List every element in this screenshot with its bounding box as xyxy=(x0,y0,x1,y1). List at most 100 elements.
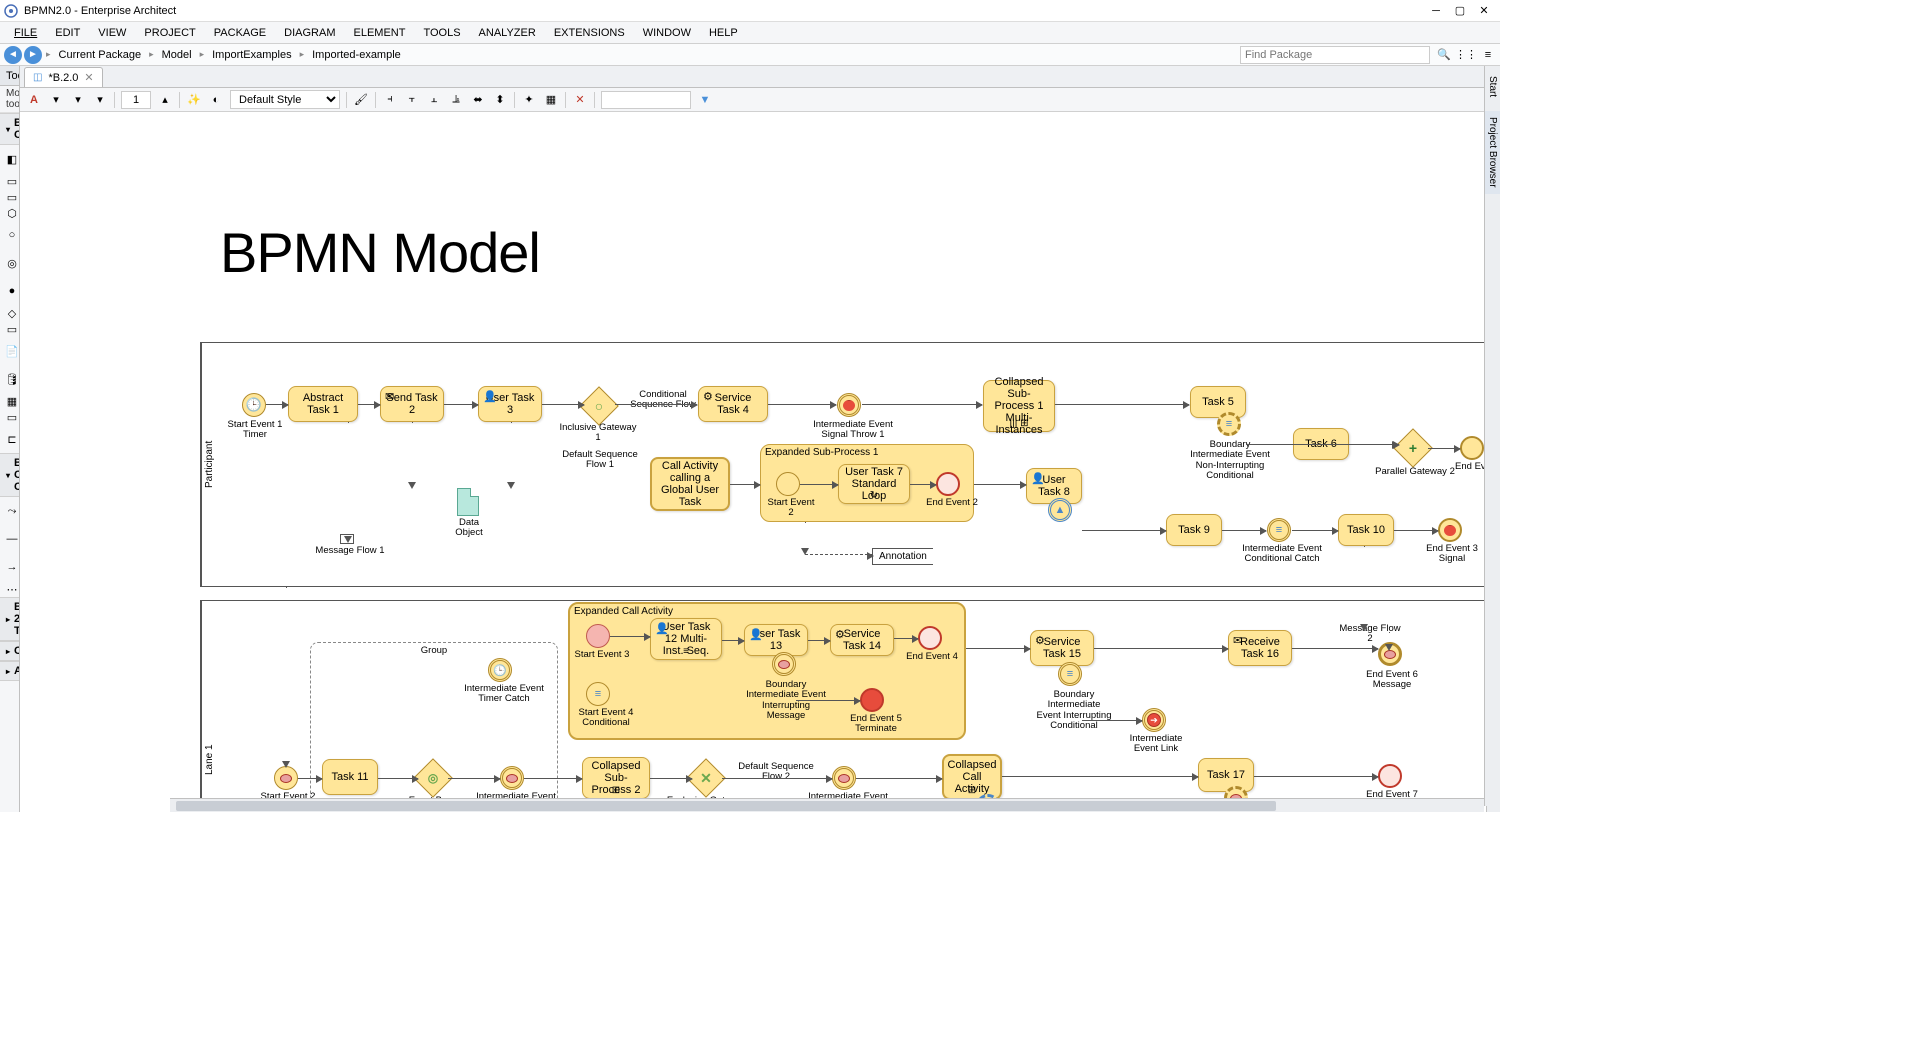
toolbox-item[interactable]: ●End Event xyxy=(0,277,20,305)
toolbox-item[interactable]: ⬡Conversation xyxy=(0,205,20,221)
toolbox-item[interactable]: ◎Intermediate Event xyxy=(0,249,20,277)
end-event2[interactable] xyxy=(936,472,960,496)
task-abstract[interactable]: Abstract Task 1 xyxy=(288,386,358,422)
align-left-icon[interactable]: ⫞ xyxy=(382,92,398,108)
filter-input[interactable] xyxy=(601,91,691,109)
end-event3-signal[interactable] xyxy=(1438,518,1462,542)
task-user13[interactable]: 👤User Task 13 xyxy=(744,624,808,656)
theme-icon[interactable]: ◐ xyxy=(208,92,224,108)
toolbox-section-header[interactable]: ▸BPMN 2.0 - Types xyxy=(0,597,19,641)
align-center-icon[interactable]: ⫟ xyxy=(404,92,420,108)
diagram-tab[interactable]: ◫ *B.2.0 ✕ xyxy=(24,67,103,87)
toolbox-item[interactable]: ▭Lane xyxy=(0,189,20,205)
menu-diagram[interactable]: DIAGRAM xyxy=(276,24,343,42)
task-service15[interactable]: ⚙Service Task 15 xyxy=(1030,630,1094,666)
right-tab-project-browser[interactable]: Project Browser xyxy=(1485,111,1500,194)
toolbox-item[interactable]: 🛢Data Store xyxy=(0,365,20,393)
end-event1[interactable] xyxy=(1460,436,1484,460)
group-box[interactable] xyxy=(310,642,558,812)
start-event-timer[interactable]: 🕒 xyxy=(242,393,266,417)
toolbox-item[interactable]: ◇Gateway xyxy=(0,305,20,321)
align-middle-icon[interactable]: ⫡ xyxy=(448,92,464,108)
toolbox-section-header[interactable]: ▾BPMN 2.0 - Collaboration xyxy=(0,113,19,145)
search-icon[interactable]: 🔍 xyxy=(1436,47,1452,63)
task-user3[interactable]: 👤User Task 3 xyxy=(478,386,542,422)
collapsed-subprocess1[interactable]: Collapsed Sub-Process 1 Multi-Instances|… xyxy=(983,380,1055,432)
compass-icon[interactable]: ✦ xyxy=(521,92,537,108)
toolbox-item[interactable]: ⤳Message Flow xyxy=(0,497,20,525)
zoom-up-icon[interactable]: ▴ xyxy=(157,92,173,108)
line-color-icon[interactable]: ▾ xyxy=(70,92,86,108)
intermediate-conditional-catch[interactable]: ≡ xyxy=(1267,518,1291,542)
task-user12[interactable]: 👤User Task 12 Multi-Inst. Seq.≡ xyxy=(650,618,722,660)
breadcrumb-item[interactable]: ImportExamples xyxy=(208,49,295,61)
toolbox-item[interactable]: ▭Pool xyxy=(0,173,20,189)
task17[interactable]: Task 17 xyxy=(1198,758,1254,792)
toolbox-item[interactable]: ⋯Association xyxy=(0,581,20,597)
collapsed-call-activity[interactable]: Collapsed Call Activity⊞ xyxy=(942,754,1002,800)
boundary-interrupt-conditional[interactable]: ≡ xyxy=(1058,662,1082,686)
right-tab-start[interactable]: Start xyxy=(1485,70,1500,103)
toolbox-item[interactable]: ▦Choreography xyxy=(0,393,20,409)
breadcrumb-item[interactable]: Current Package xyxy=(55,49,146,61)
list-icon[interactable]: ≡ xyxy=(1480,47,1496,63)
toolbox-item[interactable]: →Sequence Flow xyxy=(0,553,20,581)
menu-tools[interactable]: TOOLS xyxy=(415,24,468,42)
intermediate-signal-throw[interactable] xyxy=(837,393,861,417)
receive-task16[interactable]: ✉Receive Task 16 xyxy=(1228,630,1292,666)
same-height-icon[interactable]: ⬍ xyxy=(492,92,508,108)
text-color-icon[interactable]: ▾ xyxy=(92,92,108,108)
call-activity-global[interactable]: Call Activity calling a Global User Task xyxy=(650,457,730,511)
menu-help[interactable]: HELP xyxy=(701,24,746,42)
filter-icon[interactable]: ▼ xyxy=(697,92,713,108)
toolbox-section-header[interactable]: ▾BPMN 2.0 - Collaboration Conn xyxy=(0,453,19,497)
menu-element[interactable]: ELEMENT xyxy=(345,24,413,42)
toolbox-section-header[interactable]: ▸Artifacts xyxy=(0,661,19,681)
brush-icon[interactable]: 🖌 xyxy=(353,92,369,108)
task-service14[interactable]: ⚙Service Task 14 xyxy=(830,624,894,656)
toolbox-item[interactable]: ▭Group xyxy=(0,409,20,425)
toolbox-item[interactable]: ⊏Text Annotation xyxy=(0,425,20,453)
delete-icon[interactable]: ✕ xyxy=(572,92,588,108)
toolbox-item[interactable]: ◧Collaboration Model xyxy=(0,145,20,173)
start-event2-message[interactable] xyxy=(274,766,298,790)
style-select[interactable]: Default Style xyxy=(230,90,340,109)
font-icon[interactable]: A xyxy=(26,92,42,108)
boundary-interrupt-message[interactable] xyxy=(772,652,796,676)
task-send[interactable]: ✉Send Task 2 xyxy=(380,386,444,422)
nav-back-button[interactable]: ◄ xyxy=(4,46,22,64)
maximize-button[interactable]: ▢ xyxy=(1448,2,1472,20)
toolbox-item[interactable]: 📄Data Object xyxy=(0,337,20,365)
same-width-icon[interactable]: ⬌ xyxy=(470,92,486,108)
end-event7-none[interactable] xyxy=(1378,764,1402,788)
menu-analyzer[interactable]: ANALYZER xyxy=(471,24,544,42)
end-event4[interactable] xyxy=(918,626,942,650)
toolbox-section-header[interactable]: ▸Common xyxy=(0,641,19,661)
start-event4-conditional[interactable]: ≡ xyxy=(586,682,610,706)
boundary-noninterrupt-conditional[interactable]: ≡ xyxy=(1217,412,1241,436)
menu-edit[interactable]: EDIT xyxy=(47,24,88,42)
text-annotation[interactable]: Annotation xyxy=(872,548,933,565)
highlight-icon[interactable]: ✨ xyxy=(186,92,202,108)
toolbox-item[interactable]: —Conversation Link xyxy=(0,525,20,553)
fill-color-icon[interactable]: ▾ xyxy=(48,92,64,108)
find-package-input[interactable] xyxy=(1240,46,1430,64)
tab-close-icon[interactable]: ✕ xyxy=(84,71,93,84)
nav-forward-button[interactable]: ► xyxy=(24,46,42,64)
toolbox-item[interactable]: ○Start Event xyxy=(0,221,20,249)
breadcrumb-item[interactable]: Model xyxy=(158,49,196,61)
start-event2[interactable] xyxy=(776,472,800,496)
menu-file[interactable]: FILE xyxy=(6,24,45,42)
menu-view[interactable]: VIEW xyxy=(90,24,134,42)
horizontal-scrollbar[interactable] xyxy=(170,798,1484,812)
grid-icon[interactable]: ▦ xyxy=(543,92,559,108)
minimize-button[interactable]: ─ xyxy=(1424,2,1448,20)
align-top-icon[interactable]: ⫠ xyxy=(426,92,442,108)
start-event3[interactable] xyxy=(586,624,610,648)
menu-project[interactable]: PROJECT xyxy=(136,24,203,42)
intermediate-link[interactable]: ➔ xyxy=(1142,708,1166,732)
menu-extensions[interactable]: EXTENSIONS xyxy=(546,24,633,42)
toolbox-item[interactable]: ▭Activity xyxy=(0,321,20,337)
end-event5-terminate[interactable] xyxy=(860,688,884,712)
menu-package[interactable]: PACKAGE xyxy=(206,24,274,42)
